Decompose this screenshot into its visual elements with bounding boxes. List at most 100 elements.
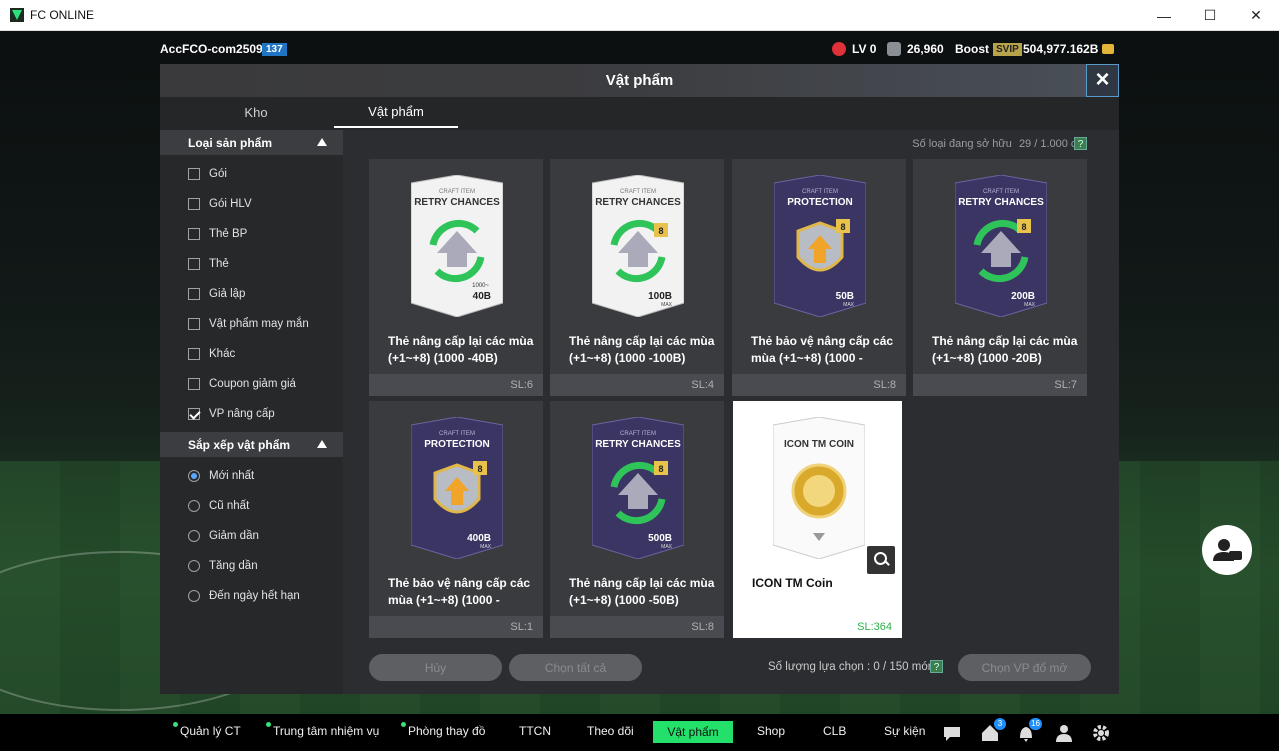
sort-label: Đến ngày hết hạn <box>209 590 300 602</box>
svg-text:400B: 400B <box>467 533 491 544</box>
window-title: FC ONLINE <box>30 8 95 22</box>
nav-vat-pham[interactable]: Vật phẩm <box>653 721 733 743</box>
svg-text:8: 8 <box>840 222 845 232</box>
filter-coupon[interactable]: Coupon giảm giá <box>188 374 296 394</box>
close-icon[interactable]: × <box>1086 64 1119 97</box>
sort-expiry[interactable]: Đến ngày hết hạn <box>188 586 300 606</box>
item-card[interactable]: CRAFT ITEM PROTECTION 8 50B MAX Thẻ bảo … <box>732 159 906 396</box>
help-icon[interactable]: ? <box>1074 137 1087 150</box>
bell-icon[interactable]: 16 <box>1016 718 1042 743</box>
close-window-button[interactable]: ✕ <box>1233 0 1279 31</box>
app-logo-icon <box>10 8 24 22</box>
filter-the[interactable]: Thẻ <box>188 254 229 274</box>
sort-descending[interactable]: Giảm dần <box>188 526 259 546</box>
checkbox-icon <box>188 198 200 210</box>
nav-ttcn[interactable]: TTCN <box>519 724 551 738</box>
svg-text:PROTECTION: PROTECTION <box>424 439 490 450</box>
modal-header: Vật phẩm × <box>160 64 1119 97</box>
tab-vat-pham[interactable]: Vật phẩm <box>334 97 458 128</box>
svg-text:RETRY CHANCES: RETRY CHANCES <box>958 197 1044 208</box>
svg-text:MAX: MAX <box>1024 302 1036 308</box>
owned-label: Số loại đang sở hữu <box>912 138 1012 150</box>
filter-goi-hlv[interactable]: Gói HLV <box>188 194 252 214</box>
points-stat: 26,960 <box>887 42 944 56</box>
item-name: Thẻ bảo vệ nâng cấp các mùa (+1~+8) (100… <box>751 334 894 365</box>
item-card[interactable]: CRAFT ITEM RETRY CHANCES 1000~ 40B Thẻ n… <box>369 159 543 396</box>
minimize-button[interactable]: — <box>1141 0 1187 31</box>
item-card[interactable]: CRAFT ITEM RETRY CHANCES 8 500B MAX Thẻ … <box>550 401 724 638</box>
notification-dot <box>401 722 406 727</box>
collapse-icon <box>317 138 327 146</box>
svg-text:CRAFT ITEM: CRAFT ITEM <box>620 189 656 195</box>
filter-vp-nang-cap[interactable]: VP nâng cấp <box>188 404 275 424</box>
item-quantity: SL:364 <box>733 616 902 638</box>
modal-title: Vật phẩm <box>605 72 674 89</box>
filter-may-man[interactable]: Vật phẩm may mắn <box>188 314 309 334</box>
item-name: Thẻ nâng cấp lại các mùa (+1~+8) (1000 -… <box>569 576 715 607</box>
nav-theo-doi[interactable]: Theo dõi <box>587 724 634 738</box>
help-icon[interactable]: ? <box>930 660 943 673</box>
nav-quan-ly-ct[interactable]: Quản lý CT <box>173 722 241 738</box>
selection-count: Số lượng lựa chọn : 0 / 150 món <box>768 661 935 673</box>
filter-label: Gói <box>209 168 227 180</box>
zoom-icon[interactable] <box>867 546 895 574</box>
tab-kho[interactable]: Kho <box>200 97 312 128</box>
item-card[interactable]: CRAFT ITEM RETRY CHANCES 8 100B MAX Thẻ … <box>550 159 724 396</box>
item-name: Thẻ nâng cấp lại các mùa (+1~+8) (1000 -… <box>932 334 1078 365</box>
svg-text:500B: 500B <box>648 533 672 544</box>
support-chat-button[interactable] <box>1202 525 1252 575</box>
sort-header[interactable]: Sắp xếp vật phẩm <box>160 432 343 457</box>
filter-khac[interactable]: Khác <box>188 344 235 364</box>
open-item-button[interactable]: Chọn VP đổ mở <box>958 654 1091 681</box>
filter-the-bp[interactable]: Thẻ BP <box>188 224 247 244</box>
icon-tm-coin-card-art: ICON TM COIN <box>773 417 865 559</box>
collapse-icon <box>317 440 327 448</box>
bottom-nav: Quản lý CT Trung tâm nhiệm vụ Phòng thay… <box>0 714 1279 751</box>
cancel-button[interactable]: Hủy <box>369 654 502 681</box>
nav-trung-tam-nhiem-vu[interactable]: Trung tâm nhiệm vụ <box>266 722 380 738</box>
chat-icon[interactable] <box>942 723 962 743</box>
item-quantity: SL:6 <box>369 374 543 396</box>
item-card-selected[interactable]: ICON TM COIN ICON TM Coin SL:364 <box>733 401 902 638</box>
gear-icon[interactable] <box>1091 723 1111 743</box>
sort-ascending[interactable]: Tăng dần <box>188 556 258 576</box>
filter-goi[interactable]: Gói <box>188 164 227 184</box>
maximize-button[interactable]: ☐ <box>1187 0 1233 31</box>
filter-label: Gói HLV <box>209 198 252 210</box>
radio-icon <box>188 590 200 602</box>
filter-gia-lap[interactable]: Giả lập <box>188 284 245 304</box>
nav-clb[interactable]: CLB <box>823 724 846 738</box>
home-icon[interactable]: 3 <box>980 718 1006 743</box>
svg-text:CRAFT ITEM: CRAFT ITEM <box>802 189 838 195</box>
shield-icon <box>887 42 901 56</box>
protection-card-art: CRAFT ITEM PROTECTION 8 400B MAX <box>411 417 503 559</box>
bell-badge: 16 <box>1029 718 1042 730</box>
nav-phong-thay-do[interactable]: Phòng thay đồ <box>401 722 485 738</box>
svg-text:CRAFT ITEM: CRAFT ITEM <box>439 189 475 195</box>
profile-icon[interactable] <box>1054 723 1074 743</box>
retry-chances-card-art: CRAFT ITEM RETRY CHANCES 8 200B MAX <box>955 175 1047 317</box>
nav-label: Quản lý CT <box>180 724 241 738</box>
item-card[interactable]: CRAFT ITEM PROTECTION 8 400B MAX Thẻ bảo… <box>369 401 543 638</box>
nav-shop[interactable]: Shop <box>757 724 785 738</box>
coin-icon <box>1102 44 1115 54</box>
sort-oldest[interactable]: Cũ nhất <box>188 496 249 516</box>
svg-text:8: 8 <box>658 226 663 236</box>
sort-newest[interactable]: Mới nhất <box>188 466 254 486</box>
nav-su-kien[interactable]: Sự kiện <box>884 724 925 738</box>
home-badge: 3 <box>994 718 1006 730</box>
nav-label: Trung tâm nhiệm vụ <box>273 724 380 738</box>
select-all-button[interactable]: Chọn tất cả <box>509 654 642 681</box>
item-quantity: SL:1 <box>369 616 543 638</box>
items-modal: Vật phẩm × Kho Vật phẩm Loại sản phẩm Gó… <box>160 64 1119 694</box>
balance-stat: 504,977.162B <box>1023 42 1120 56</box>
balance-value: 504,977.162B <box>1023 42 1099 56</box>
checkbox-icon <box>188 288 200 300</box>
checkbox-icon <box>188 228 200 240</box>
radio-icon <box>188 560 200 572</box>
item-card[interactable]: CRAFT ITEM RETRY CHANCES 8 200B MAX Thẻ … <box>913 159 1087 396</box>
item-quantity: SL:7 <box>913 374 1087 396</box>
category-header[interactable]: Loại sản phẩm <box>160 130 343 155</box>
status-bar: AccFCO-com2509g 137 LV 0 26,960 Boost SV… <box>0 31 1279 65</box>
notification-dot <box>266 722 271 727</box>
